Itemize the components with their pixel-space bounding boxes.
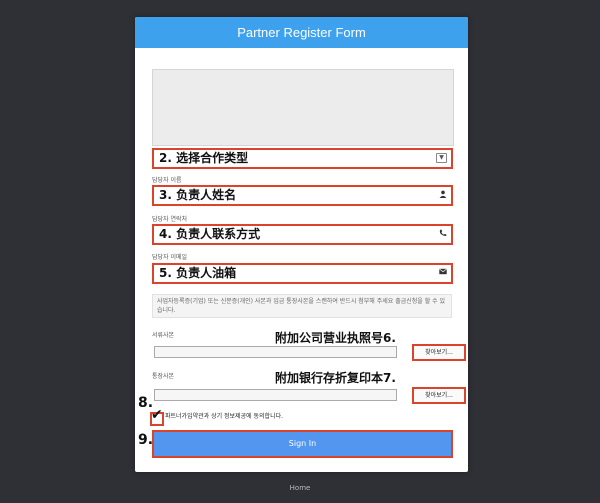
partner-type-select[interactable]: 2. 选择合作类型 ▼ [152,148,453,169]
manager-name-input[interactable]: 3. 负责人姓名 [152,185,453,206]
bankbook-find-button[interactable]: 찾아보기... [412,387,466,404]
bankbook-copy-file-field[interactable] [154,389,397,401]
document-find-button[interactable]: 찾아보기... [412,344,466,361]
chevron-down-icon: ▼ [436,153,447,163]
select-type-annotation: 2. 选择合作类型 [159,151,249,165]
bankbook-copy-annotation: 附加银行存折复印本7. [275,371,396,385]
bankbook-copy-upload: 찾아보기... [152,386,466,404]
manager-contact-annotation: 4. 负责人联系方式 [159,227,261,241]
manager-email-annotation: 5. 负责人油箱 [159,266,237,280]
manager-email-input[interactable]: 5. 负责人油箱 [152,263,453,284]
agree-checkbox[interactable]: ✔ [150,408,164,426]
upload-notice: 사업자등록증(기업) 또는 신분증(개인) 사본과 입금 통장사본을 스캔하여 … [152,294,452,318]
form-title: Partner Register Form [135,17,468,48]
manager-email-label: 담당자 이메일 [152,254,188,261]
manager-contact-input[interactable]: 4. 负责人联系方式 [152,224,453,245]
document-copy-annotation: 附加公司营业执照号6. [275,331,396,345]
envelope-icon [439,268,447,278]
submit-annotation: 9. [138,432,154,448]
sign-in-button[interactable]: Sign In [152,430,453,458]
phone-icon [439,229,447,240]
manager-name-label: 담당자 이름 [152,177,182,184]
agree-terms-text: 파트너가입약관과 상기 정보제공에 동의합니다. [165,413,284,420]
register-card: Partner Register Form 2. 选择合作类型 ▼ 담당자 이름… [135,17,468,472]
image-placeholder [152,69,454,146]
manager-contact-label: 담당자 연락처 [152,216,188,223]
manager-name-annotation: 3. 负责人姓名 [159,188,237,202]
person-icon [439,190,447,201]
footer-home-link[interactable]: Home [0,484,600,492]
document-copy-file-field[interactable] [154,346,397,358]
checkmark-icon: ✔ [151,407,163,423]
document-copy-label: 서류사본 [152,332,175,339]
bankbook-copy-label: 통장사본 [152,373,175,380]
